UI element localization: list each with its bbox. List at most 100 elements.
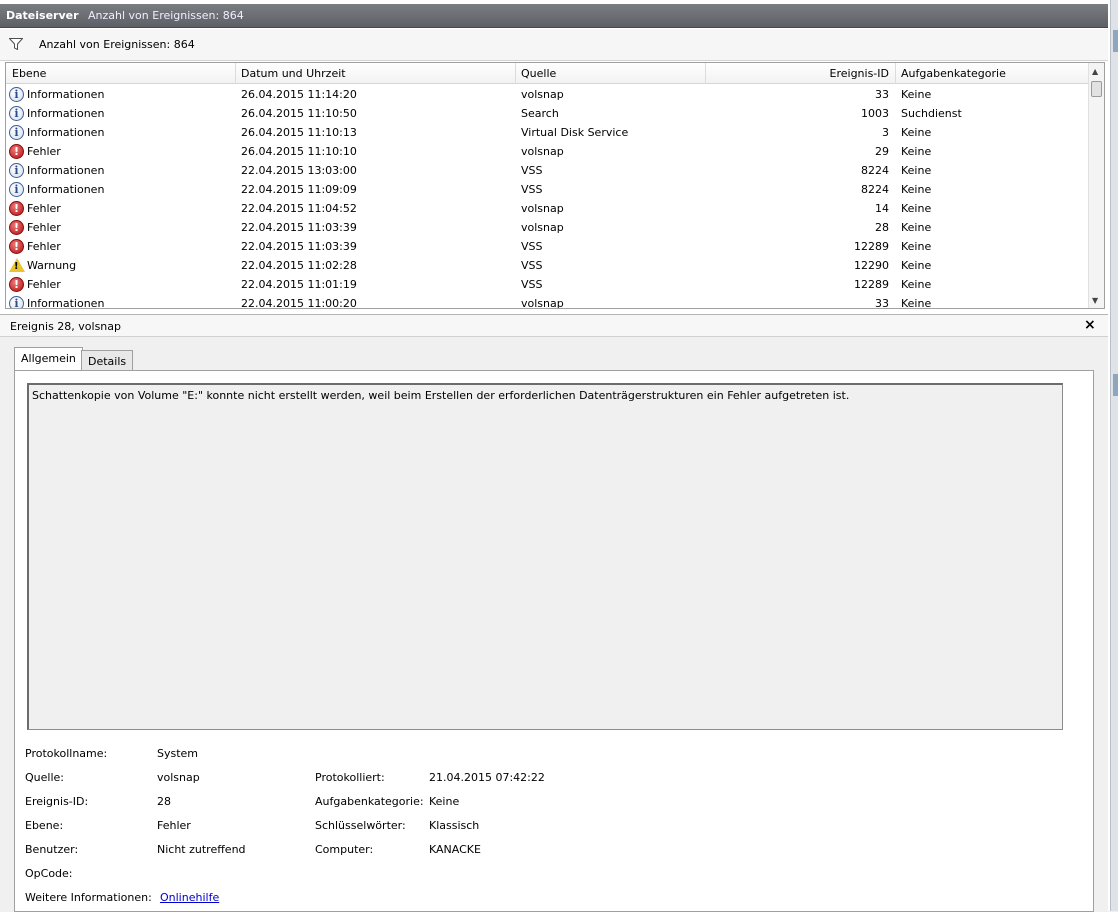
warning-icon: ! (9, 258, 25, 275)
event-id: 14 (875, 202, 889, 215)
event-id: 12289 (854, 278, 889, 291)
event-detail-pane: Ereignis 28, volsnap × Allgemein Details… (0, 314, 1108, 912)
online-help-link[interactable]: Onlinehilfe (160, 891, 219, 904)
info-icon-glyph: i (9, 125, 24, 140)
info-icon-glyph: i (9, 182, 24, 197)
error-icon: ! (9, 239, 24, 254)
error-icon-glyph: ! (9, 220, 24, 235)
column-header-task-category[interactable]: Aufgabenkategorie (901, 67, 1006, 81)
event-list-scrollbar[interactable]: ▲ ▼ (1088, 63, 1104, 308)
event-level: Fehler (27, 145, 61, 158)
event-category: Keine (901, 202, 932, 215)
event-source: Search (521, 107, 559, 120)
info-icon: i (9, 125, 24, 140)
error-icon-glyph: ! (9, 277, 24, 292)
event-id: 3 (882, 126, 889, 139)
event-id: 29 (875, 145, 889, 158)
table-row[interactable]: i Informationen 26.04.2015 11:10:13 Virtual… (6, 123, 1089, 142)
event-source: VSS (521, 240, 543, 253)
event-id: 28 (875, 221, 889, 234)
table-row[interactable]: ! Fehler 22.04.2015 11:01:19 VSS 12289 Keine (6, 275, 1089, 294)
event-date: 22.04.2015 11:09:09 (241, 183, 357, 196)
event-date: 22.04.2015 11:04:52 (241, 202, 357, 215)
event-date: 22.04.2015 11:02:28 (241, 259, 357, 272)
tab-general[interactable]: Allgemein (14, 347, 83, 372)
table-row[interactable]: i Informationen 26.04.2015 11:14:20 volsnap… (6, 85, 1089, 104)
table-row[interactable]: ! Fehler 22.04.2015 11:03:39 VSS 12289 Keine (6, 237, 1089, 256)
event-level: Warnung (27, 259, 77, 272)
title-bar: Dateiserver Anzahl von Ereignissen: 864 (0, 4, 1108, 28)
event-date: 26.04.2015 11:10:13 (241, 126, 357, 139)
event-category: Keine (901, 297, 932, 309)
user-value: Nicht zutreffend (157, 843, 246, 856)
keywords-label: Schlüsselwörter: (315, 819, 406, 832)
event-date: 22.04.2015 11:03:39 (241, 240, 357, 253)
column-divider[interactable] (895, 63, 896, 84)
log-name-title: Dateiserver (6, 9, 79, 22)
filter-icon[interactable] (9, 38, 23, 50)
filter-bar: Anzahl von Ereignissen: 864 (0, 29, 1108, 61)
error-icon-glyph: ! (9, 201, 24, 216)
event-category: Keine (901, 259, 932, 272)
table-row[interactable]: i Informationen 22.04.2015 13:03:00 VSS 8224… (6, 161, 1089, 180)
event-id: 8224 (861, 183, 889, 196)
table-row[interactable]: ! Fehler 26.04.2015 11:10:10 volsnap 29 Keine (6, 142, 1089, 161)
keywords-value: Klassisch (429, 819, 480, 832)
error-icon-glyph: ! (9, 144, 24, 159)
column-header-event-id[interactable]: Ereignis-ID (706, 67, 889, 81)
logged-value: 21.04.2015 07:42:22 (429, 771, 545, 784)
column-divider[interactable] (515, 63, 516, 84)
event-message-box[interactable]: Schattenkopie von Volume "E:" konnte nic… (27, 383, 1063, 730)
info-icon-glyph: i (9, 106, 24, 121)
column-header-date[interactable]: Datum und Uhrzeit (241, 67, 346, 81)
column-divider[interactable] (235, 63, 236, 84)
close-icon[interactable]: × (1084, 317, 1096, 333)
event-detail-title: Ereignis 28, volsnap (10, 320, 122, 333)
event-category: Keine (901, 278, 932, 291)
table-row[interactable]: ! Fehler 22.04.2015 11:03:39 volsnap 28 Keine (6, 218, 1089, 237)
event-level: Informationen (27, 126, 105, 139)
log-name-value: System (157, 747, 199, 760)
edge-marker (1113, 30, 1118, 52)
scroll-up-arrow-icon[interactable]: ▲ (1092, 67, 1098, 76)
event-category: Keine (901, 183, 932, 196)
info-icon: i (9, 87, 24, 102)
table-row[interactable]: i Informationen 22.04.2015 11:09:09 VSS 8224… (6, 180, 1089, 199)
event-list[interactable]: Ebene Datum und Uhrzeit Quelle Ereignis-… (5, 62, 1105, 309)
tab-details[interactable]: Details (81, 350, 134, 372)
computer-label: Computer: (315, 843, 374, 856)
table-row[interactable]: ! Fehler 22.04.2015 11:04:52 volsnap 14 Keine (6, 199, 1089, 218)
opcode-label: OpCode: (25, 867, 73, 880)
scroll-down-arrow-icon[interactable]: ▼ (1092, 296, 1098, 305)
info-icon: i (9, 163, 24, 178)
info-icon: i (9, 182, 24, 197)
error-icon: ! (9, 220, 24, 235)
event-category: Keine (901, 164, 932, 177)
column-header-source[interactable]: Quelle (521, 67, 556, 81)
user-label: Benutzer: (25, 843, 79, 856)
computer-value: KANACKE (429, 843, 481, 856)
event-date: 22.04.2015 11:03:39 (241, 221, 357, 234)
event-rows: i Informationen 26.04.2015 11:14:20 volsnap… (6, 85, 1089, 309)
table-row[interactable]: i Informationen 22.04.2015 11:00:20 volsnap… (6, 294, 1089, 309)
event-category: Keine (901, 221, 932, 234)
info-icon-glyph: i (9, 87, 24, 102)
logged-label: Protokolliert: (315, 771, 385, 784)
event-source: VSS (521, 183, 543, 196)
task-category-label: Aufgabenkategorie: (315, 795, 424, 808)
event-id: 33 (875, 88, 889, 101)
table-row[interactable]: ! Warnung 22.04.2015 11:02:28 VSS 12290 Keine (6, 256, 1089, 275)
event-category: Suchdienst (901, 107, 962, 120)
event-id: 12290 (854, 259, 889, 272)
event-date: 22.04.2015 11:00:20 (241, 297, 357, 309)
column-header-level[interactable]: Ebene (12, 67, 46, 81)
table-row[interactable]: i Informationen 26.04.2015 11:10:50 Search 1… (6, 104, 1089, 123)
edge-marker (1113, 374, 1118, 396)
event-source: volsnap (521, 88, 564, 101)
event-id: 1003 (861, 107, 889, 120)
event-date: 22.04.2015 13:03:00 (241, 164, 357, 177)
warning-icon-shape: ! (9, 258, 25, 272)
event-date: 26.04.2015 11:14:20 (241, 88, 357, 101)
scrollbar-thumb[interactable] (1091, 81, 1102, 97)
error-icon-glyph: ! (9, 239, 24, 254)
